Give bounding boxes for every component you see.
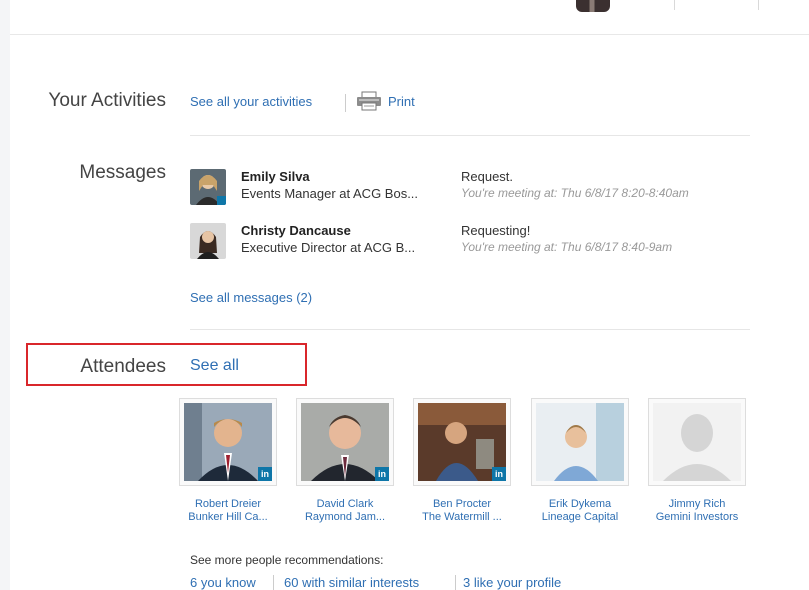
sender-title: Events Manager at ACG Bos...: [241, 186, 419, 201]
rec-similar-interests-link[interactable]: 60 with similar interests: [284, 575, 419, 590]
attendee-company[interactable]: Bunker Hill Ca...: [176, 511, 280, 523]
attendee-photo: [536, 403, 624, 481]
see-all-messages-link[interactable]: See all messages (2): [190, 290, 312, 305]
activities-heading: Your Activities: [48, 90, 166, 111]
attendee-photo-frame[interactable]: [531, 398, 629, 486]
section-divider: [190, 135, 750, 136]
attendee-card[interactable]: in Robert Dreier Bunker Hill Ca...: [176, 398, 280, 523]
message-subject[interactable]: Requesting!: [461, 223, 530, 238]
sender-title: Executive Director at ACG B...: [241, 240, 416, 255]
top-divider: [758, 0, 759, 10]
attendee-photo-frame[interactable]: [648, 398, 746, 486]
printer-icon[interactable]: [355, 91, 383, 111]
section-divider: [190, 329, 750, 330]
attendee-photo-frame[interactable]: in: [296, 398, 394, 486]
attendee-card[interactable]: Erik Dykema Lineage Capital: [528, 398, 632, 523]
divider: [273, 575, 274, 590]
attendee-card[interactable]: in Ben Procter The Watermill ...: [410, 398, 514, 523]
attendee-company[interactable]: The Watermill ...: [410, 511, 514, 523]
message-subject[interactable]: Request.: [461, 169, 513, 184]
message-row[interactable]: Christy Dancause Executive Director at A…: [190, 223, 780, 265]
attendee-name[interactable]: Robert Dreier: [176, 498, 280, 510]
linkedin-badge-icon: in: [375, 467, 389, 481]
print-link[interactable]: Print: [388, 94, 415, 109]
sender-name[interactable]: Emily Silva: [241, 169, 310, 184]
divider: [455, 575, 456, 590]
linkedin-badge-icon: in: [492, 467, 506, 481]
see-all-activities-link[interactable]: See all your activities: [190, 94, 312, 109]
recommendations-title: See more people recommendations:: [190, 553, 384, 567]
attendees-heading: Attendees: [80, 356, 166, 377]
linkedin-badge-icon: in: [258, 467, 272, 481]
see-all-attendees-link[interactable]: See all: [190, 357, 239, 375]
meeting-time: You're meeting at: Thu 6/8/17 8:20-8:40a…: [461, 186, 689, 200]
attendee-name[interactable]: Jimmy Rich: [645, 498, 749, 510]
attendee-company[interactable]: Gemini Investors: [645, 511, 749, 523]
rec-like-profile-link[interactable]: 3 like your profile: [463, 575, 561, 590]
attendee-company[interactable]: Lineage Capital: [528, 511, 632, 523]
messages-heading: Messages: [79, 162, 166, 183]
attendee-card[interactable]: Jimmy Rich Gemini Investors: [645, 398, 749, 523]
attendee-company[interactable]: Raymond Jam...: [293, 511, 397, 523]
user-avatar[interactable]: [576, 0, 610, 12]
attendee-name[interactable]: Ben Procter: [410, 498, 514, 510]
message-row[interactable]: Emily Silva Events Manager at ACG Bos...…: [190, 169, 780, 211]
top-divider: [674, 0, 675, 10]
meeting-time: You're meeting at: Thu 6/8/17 8:40-9am: [461, 240, 673, 254]
attendee-name[interactable]: Erik Dykema: [528, 498, 632, 510]
divider: [345, 94, 346, 112]
attendee-card[interactable]: in David Clark Raymond Jam...: [293, 398, 397, 523]
main-panel: Your Activities See all your activities …: [10, 0, 809, 590]
sender-avatar: [190, 169, 226, 205]
rec-you-know-link[interactable]: 6 you know: [190, 575, 256, 590]
attendee-name[interactable]: David Clark: [293, 498, 397, 510]
sender-name[interactable]: Christy Dancause: [241, 223, 351, 238]
sender-avatar: [190, 223, 226, 259]
attendee-photo-frame[interactable]: in: [179, 398, 277, 486]
top-bar: [10, 0, 809, 35]
attendee-photo-frame[interactable]: in: [413, 398, 511, 486]
default-avatar-icon: [653, 403, 741, 481]
